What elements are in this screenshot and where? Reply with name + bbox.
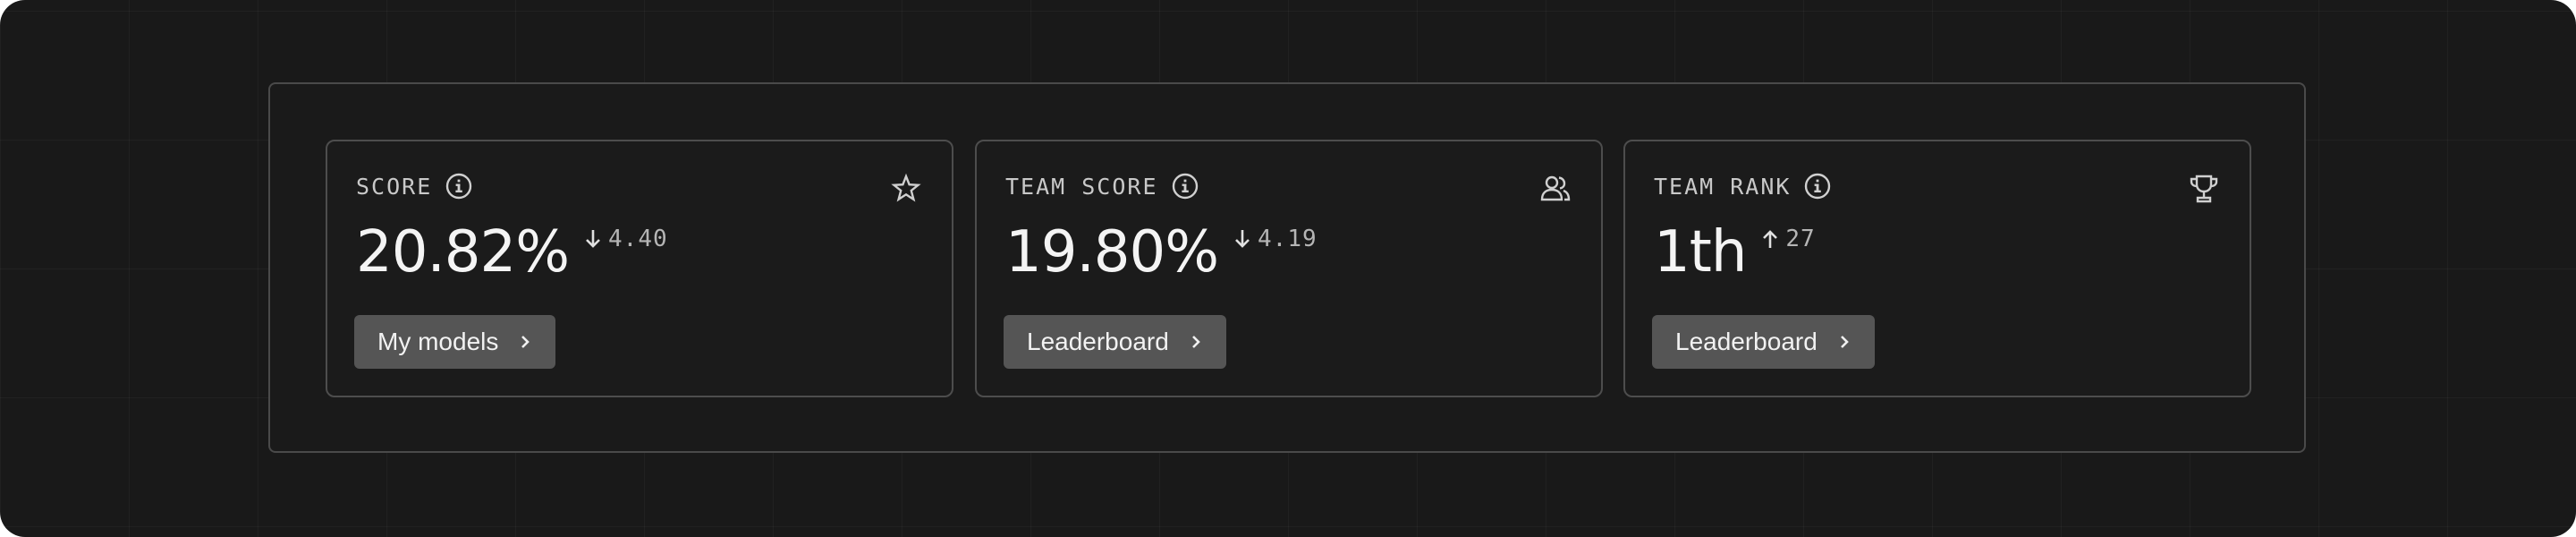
leaderboard-button[interactable]: Leaderboard	[1652, 315, 1875, 369]
score-card-header: SCORE	[356, 172, 473, 200]
my-models-button[interactable]: My models	[354, 315, 556, 369]
arrow-down-icon	[1235, 230, 1250, 248]
team-icon	[1538, 172, 1572, 206]
team-rank-delta-value: 27	[1785, 226, 1816, 252]
app-canvas: SCORE 20.82% 4.40 My models TEAM SCORE 1…	[0, 0, 2576, 537]
team-score-card-title: TEAM SCORE	[1005, 173, 1158, 200]
info-icon[interactable]	[1171, 172, 1199, 200]
star-icon	[889, 172, 923, 206]
team-score-card-header: TEAM SCORE	[1005, 172, 1199, 200]
chevron-right-icon	[1840, 336, 1849, 348]
score-value-row: 20.82% 4.40	[356, 218, 668, 286]
score-card-title: SCORE	[356, 173, 433, 200]
team-rank-value: 1th	[1654, 219, 1747, 286]
chevron-right-icon	[1191, 336, 1200, 348]
info-icon[interactable]	[445, 172, 473, 200]
chevron-right-icon	[521, 336, 530, 348]
team-rank-card-header: TEAM RANK	[1654, 172, 1832, 200]
score-value: 20.82%	[356, 219, 570, 286]
team-rank-card: TEAM RANK 1th 27 Leaderboard	[1623, 140, 2251, 397]
team-score-delta-value: 4.19	[1258, 226, 1318, 252]
score-delta-value: 4.40	[608, 226, 668, 252]
my-models-button-label: My models	[377, 328, 499, 355]
team-score-delta: 4.19	[1233, 226, 1318, 252]
trophy-icon	[2187, 172, 2221, 206]
team-rank-delta: 27	[1760, 226, 1815, 252]
arrow-down-icon	[586, 230, 600, 248]
team-score-value: 19.80%	[1005, 219, 1219, 286]
info-icon[interactable]	[1803, 172, 1832, 200]
team-rank-card-title: TEAM RANK	[1654, 173, 1792, 200]
team-score-value-row: 19.80% 4.19	[1005, 218, 1318, 286]
team-rank-value-row: 1th 27	[1654, 218, 1816, 286]
score-card: SCORE 20.82% 4.40 My models	[326, 140, 953, 397]
leaderboard-button[interactable]: Leaderboard	[1004, 315, 1226, 369]
score-delta: 4.40	[583, 226, 668, 252]
team-score-card: TEAM SCORE 19.80% 4.19 Leaderboard	[975, 140, 1603, 397]
leaderboard-button-label: Leaderboard	[1027, 328, 1169, 355]
leaderboard-button-label: Leaderboard	[1675, 328, 1818, 355]
arrow-up-icon	[1763, 230, 1778, 248]
